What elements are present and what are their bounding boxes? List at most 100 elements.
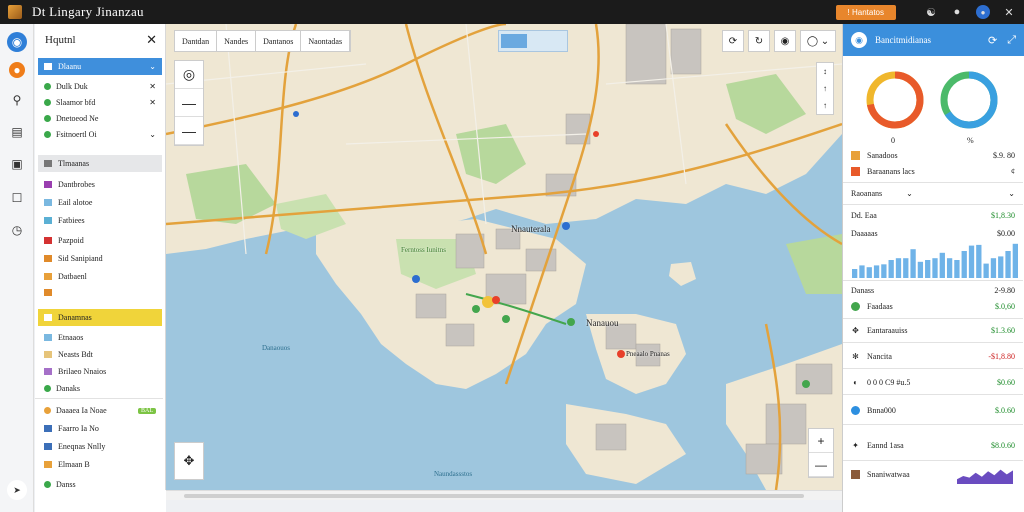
- donut-label: 0: [891, 136, 895, 145]
- layer-item[interactable]: Datbaenl: [38, 268, 162, 285]
- group-icon: [44, 63, 52, 70]
- map-search-input[interactable]: [498, 30, 568, 52]
- bar: [1012, 243, 1018, 278]
- layer-swatch-icon: [44, 199, 52, 206]
- filter-dropdown[interactable]: Raoanans ⌄ ⌄: [843, 185, 1023, 201]
- locate-icon[interactable]: ◎: [175, 61, 203, 89]
- panel-title: Hqutnl: [45, 34, 76, 46]
- zoom-out-button[interactable]: —: [175, 117, 203, 145]
- alert-button[interactable]: ! Hantatos: [835, 4, 896, 20]
- bar: [946, 258, 953, 278]
- marker: [502, 315, 510, 323]
- layer-swatch-icon: [44, 273, 52, 280]
- up-arrow-icon[interactable]: ↑: [817, 97, 833, 114]
- status-badge: BAL: [138, 407, 156, 414]
- expand-icon[interactable]: ⤢: [1007, 34, 1016, 47]
- layer-swatch-icon: [44, 425, 52, 432]
- tab-map-2[interactable]: Dantanos: [256, 30, 302, 52]
- remove-icon[interactable]: ✕: [149, 98, 156, 107]
- list-item[interactable]: ◐ 0 0 0 C9 #u.5 $0.60: [843, 374, 1023, 390]
- profile-icon[interactable]: ●: [976, 5, 990, 19]
- refresh-icon[interactable]: ⟳: [722, 30, 744, 52]
- bar: [998, 256, 1004, 278]
- list-item[interactable]: ✦ Eannd 1asa $8.0.60: [843, 437, 1023, 453]
- remove-icon[interactable]: ✕: [149, 82, 156, 91]
- close-icon[interactable]: ✕: [146, 32, 157, 48]
- layer-item[interactable]: Elmaan B: [38, 456, 162, 473]
- marker: [412, 275, 420, 283]
- group-header[interactable]: Danamnas: [38, 309, 162, 326]
- chevron-down-icon[interactable]: ⌄: [149, 62, 156, 71]
- people-icon[interactable]: ☯: [924, 5, 938, 19]
- pin-icon[interactable]: ⚲: [7, 90, 27, 110]
- layer-item[interactable]: Fatbiees: [38, 212, 162, 229]
- up-arrow-icon[interactable]: ↑: [817, 80, 833, 97]
- bar: [961, 251, 967, 278]
- map-scrollbar[interactable]: [166, 490, 842, 500]
- tab-map-0[interactable]: Dantdan: [175, 30, 218, 52]
- record-icon[interactable]: ●: [9, 62, 25, 78]
- camera-icon[interactable]: ◉: [774, 30, 796, 52]
- layer-item[interactable]: Slaamor bfd ✕: [38, 94, 162, 111]
- chart-icon[interactable]: ▤: [7, 122, 27, 142]
- layer-item[interactable]: Brilaeo Nnaios: [38, 363, 162, 380]
- chevron-down-icon[interactable]: ⌄: [149, 130, 156, 139]
- list-header: Danass 2-9.80: [851, 285, 1015, 295]
- list-item[interactable]: ✻ Nancita -$1,8.80: [843, 348, 1023, 364]
- layer-swatch-icon: [44, 368, 52, 375]
- pan-icon[interactable]: ✥: [174, 442, 204, 480]
- notification-icon[interactable]: ●: [950, 5, 964, 19]
- group-header[interactable]: Tlmaanas: [38, 155, 162, 172]
- tab-map-3[interactable]: Naontadas: [301, 30, 351, 52]
- map-label-park: Ferntoss Iunitns: [401, 246, 446, 254]
- chevron-down-icon[interactable]: ⌄: [1008, 189, 1015, 198]
- refresh-icon[interactable]: ⟳: [988, 34, 997, 47]
- app-logo-icon: [8, 5, 22, 19]
- globe-icon[interactable]: ◉: [7, 32, 27, 52]
- group-header[interactable]: Daaaea Ia Noae BAL: [38, 402, 162, 419]
- close-window-icon[interactable]: ✕: [1002, 5, 1016, 19]
- layer-item[interactable]: Eneqnas Nnlly: [38, 438, 162, 455]
- expand-icon[interactable]: ↕: [817, 63, 833, 80]
- settings-dropdown[interactable]: ◯ ⌄: [800, 30, 836, 52]
- layers-icon[interactable]: ▣: [7, 154, 27, 174]
- map-canvas[interactable]: Nnauterala Nanauou Ferntoss Iunitns Dana…: [166, 24, 842, 490]
- bar: [917, 261, 924, 278]
- list-item[interactable]: ✥ Eantaraauiss $1.3.60: [843, 322, 1023, 338]
- layer-item[interactable]: Dulk Duk ✕: [38, 78, 162, 95]
- map-label-city: Nanauou: [586, 318, 619, 328]
- pointer-icon[interactable]: ➤: [7, 480, 27, 500]
- layer-dot-icon: [44, 131, 51, 138]
- bar-chart: [852, 243, 1018, 278]
- layer-item[interactable]: Sid Sanipiand: [38, 250, 162, 267]
- bar: [932, 258, 938, 278]
- bar: [954, 260, 960, 278]
- zoom-out-button[interactable]: —: [809, 453, 833, 477]
- marker: [482, 296, 494, 308]
- clock-icon[interactable]: ◷: [7, 220, 27, 240]
- layer-item[interactable]: Pazpoid: [38, 232, 162, 249]
- layer-item[interactable]: Faarro Ia No: [38, 420, 162, 437]
- comment-icon[interactable]: ☐: [7, 188, 27, 208]
- layer-swatch-icon: [44, 289, 52, 296]
- map-label-water: Danaouos: [262, 344, 290, 352]
- chevron-down-icon: ⌄: [906, 188, 913, 198]
- list-item[interactable]: Faadaas $.0,60: [843, 298, 1023, 314]
- layer-swatch-icon: [44, 255, 52, 262]
- layer-item[interactable]: Dantbrobes: [38, 176, 162, 193]
- list-item[interactable]: Bnna000 $.0.60: [843, 402, 1023, 418]
- layer-item[interactable]: Eail alotoe: [38, 194, 162, 211]
- donut-label: %: [967, 136, 974, 145]
- compass-icon[interactable]: ↻: [748, 30, 770, 52]
- zoom-in-button[interactable]: +: [809, 429, 833, 453]
- layer-item[interactable]: Dnetoeod Ne: [38, 110, 162, 127]
- layer-item[interactable]: Etnaaos: [38, 329, 162, 346]
- tab-map-1[interactable]: Nandes: [217, 30, 257, 52]
- group-header[interactable]: Dlaanu ⌄: [38, 58, 162, 75]
- panel-header: Hqutnl ✕: [35, 24, 165, 56]
- layer-item[interactable]: Danaks: [38, 380, 162, 397]
- zoom-in-button[interactable]: —: [175, 89, 203, 117]
- layer-item[interactable]: Neasts Bdt: [38, 346, 162, 363]
- layer-item[interactable]: Datbaenl: [38, 284, 162, 301]
- layer-item[interactable]: Fsitnoertl Oi ⌄: [38, 126, 162, 143]
